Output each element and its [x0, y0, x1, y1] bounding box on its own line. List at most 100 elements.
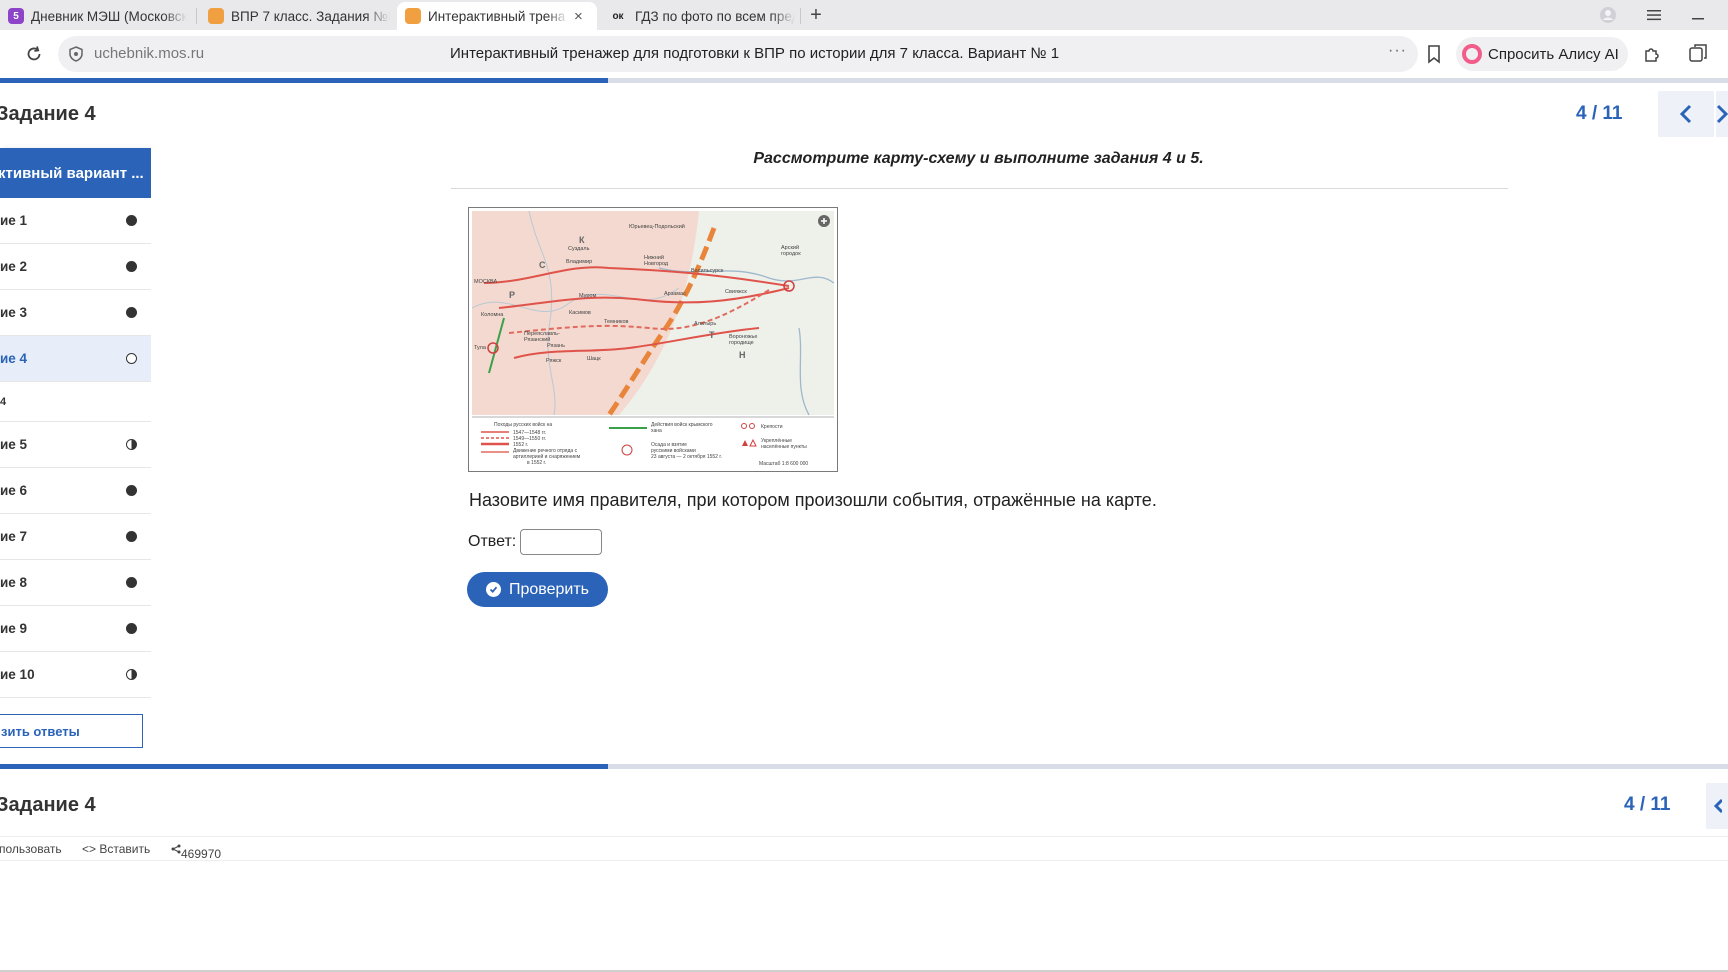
svg-text:Ряжск: Ряжск	[546, 358, 562, 364]
status-filled-icon	[126, 485, 137, 496]
svg-text:Крепости: Крепости	[761, 424, 783, 430]
sidebar-item-task-3[interactable]: ие 3	[0, 290, 151, 336]
ask-alice-label: Спросить Алису AI	[1488, 45, 1619, 63]
sidebar-subitem[interactable]: 4	[0, 382, 151, 422]
sidebar-item-task-7[interactable]: ие 7	[0, 514, 151, 560]
svg-text:хана: хана	[651, 428, 662, 434]
task-title: Задание 4	[0, 794, 96, 816]
omnibox[interactable]: uchebnik.mos.ru Интерактивный тренажер д…	[58, 36, 1440, 72]
sidebar-item-label: ие 7	[0, 529, 28, 544]
sidebar-panel-icon[interactable]	[1686, 42, 1710, 66]
status-filled-icon	[126, 531, 137, 542]
profile-icon[interactable]	[1596, 4, 1620, 26]
sidebar-item-task-1[interactable]: ие 1	[0, 198, 151, 244]
status-filled-icon	[126, 215, 137, 226]
sidebar-item-task-4[interactable]: ие 4	[0, 336, 151, 382]
task-instruction: Рассмотрите карту-схему и выполните зада…	[753, 150, 1204, 167]
ask-alice-button[interactable]: Спросить Алису AI	[1456, 37, 1628, 71]
book-favicon-icon	[208, 8, 224, 24]
more-dots-icon[interactable]: ···	[1388, 42, 1407, 60]
sidebar-item-label: ие 9	[0, 621, 28, 636]
tab-mesh-diary[interactable]: 5 Дневник МЭШ (Московск	[0, 2, 190, 30]
task-content: Рассмотрите карту-схему и выполните зада…	[151, 148, 1728, 764]
sidebar-item-label: ие 10	[0, 667, 35, 682]
share-icon	[171, 844, 181, 854]
tab-title: Интерактивный трена	[428, 8, 566, 24]
status-half-icon	[126, 669, 137, 680]
task-sidebar: ктивный вариант ... ие 1 ие 2 ие 3 ие 4 …	[0, 148, 151, 764]
next-task-button[interactable]	[1716, 91, 1728, 137]
status-filled-icon	[126, 261, 137, 272]
sidebar-item-label: ие 2	[0, 259, 28, 274]
sidebar-item-label: ие 8	[0, 575, 28, 590]
bookmark-icon[interactable]	[1424, 44, 1444, 64]
svg-text:Юрьевец-Подольский: Юрьевец-Подольский	[629, 223, 685, 230]
close-tab-icon[interactable]: ×	[574, 8, 583, 25]
status-filled-icon	[126, 623, 137, 634]
sidebar-item-label: ие 4	[0, 351, 28, 366]
svg-text:С: С	[539, 260, 546, 270]
mesh-favicon-icon: 5	[8, 8, 24, 24]
status-filled-icon	[126, 577, 137, 588]
url-domain[interactable]: uchebnik.mos.ru	[94, 45, 204, 62]
submit-answers-button[interactable]: зить ответы	[0, 714, 143, 748]
svg-text:Владимир: Владимир	[566, 259, 592, 265]
svg-text:Суздаль: Суздаль	[568, 246, 590, 252]
ok-favicon-icon: ок	[612, 10, 624, 22]
page-title: Интерактивный тренажер для подготовки к …	[450, 45, 1060, 62]
svg-text:Новгород: Новгород	[644, 261, 669, 267]
use-link[interactable]: пользовать	[0, 842, 62, 856]
embed-links-bar: пользовать <> Вставить 469970	[0, 836, 1728, 861]
new-tab-button[interactable]: +	[804, 3, 828, 27]
tab-vpr-tasks[interactable]: ВПР 7 класс. Задания №8	[200, 2, 390, 30]
sidebar-item-task-8[interactable]: ие 8	[0, 560, 151, 606]
reload-icon[interactable]	[22, 42, 46, 66]
svg-text:МОСКВА: МОСКВА	[474, 279, 498, 285]
tab-title: Дневник МЭШ (Московск	[31, 8, 188, 24]
sidebar-item-task-9[interactable]: ие 9	[0, 606, 151, 652]
svg-text:Коломна: Коломна	[481, 312, 504, 318]
question-text: Назовите имя правителя, при котором прои…	[469, 490, 1157, 510]
chevron-right-icon	[1716, 104, 1728, 124]
tab-interactive-trainer[interactable]: Интерактивный трена ×	[397, 2, 597, 30]
share-count[interactable]: 469970	[171, 842, 221, 861]
svg-text:Шацк: Шацк	[587, 356, 601, 362]
variant-header[interactable]: ктивный вариант ...	[0, 148, 151, 198]
svg-text:городище: городище	[729, 340, 754, 346]
prev-task-button[interactable]	[1658, 91, 1714, 137]
sidebar-item-task-5[interactable]: ие 5	[0, 422, 151, 468]
check-button[interactable]: Проверить	[467, 572, 608, 607]
answer-input[interactable]	[520, 529, 603, 555]
task-footer: Задание 4 4 / 11	[0, 769, 1728, 836]
prev-task-button[interactable]	[1706, 783, 1728, 829]
task-counter: 4 / 11	[1624, 794, 1671, 815]
status-half-icon	[126, 439, 137, 450]
tab-gdz[interactable]: ок ГДЗ по фото по всем пред	[600, 2, 795, 30]
svg-text:Действия войск крымского: Действия войск крымского	[651, 421, 713, 428]
svg-text:городок: городок	[781, 251, 801, 257]
address-bar: uchebnik.mos.ru Интерактивный тренажер д…	[0, 30, 1728, 78]
menu-icon[interactable]	[1642, 4, 1666, 26]
status-filled-icon	[126, 307, 137, 318]
svg-text:населённые пункты: населённые пункты	[761, 444, 807, 450]
embed-link[interactable]: <> Вставить	[82, 842, 150, 856]
svg-text:Арский: Арский	[781, 244, 799, 251]
svg-text:Касимов: Касимов	[569, 310, 591, 316]
svg-text:Р: Р	[509, 290, 515, 300]
svg-text:Рязань: Рязань	[547, 343, 565, 349]
sidebar-item-label: ие 1	[0, 213, 28, 228]
svg-text:Походы русских войск на: Походы русских войск на	[494, 421, 552, 428]
sidebar-item-task-10[interactable]: ие 10	[0, 652, 151, 698]
minimize-icon[interactable]	[1686, 4, 1710, 26]
sidebar-item-task-6[interactable]: ие 6	[0, 468, 151, 514]
sidebar-item-task-2[interactable]: ие 2	[0, 244, 151, 290]
svg-text:Т: Т	[709, 330, 715, 340]
browser-tab-strip: 5 Дневник МЭШ (Московск ВПР 7 класс. Зад…	[0, 0, 1728, 30]
sidebar-item-label: ие 5	[0, 437, 28, 452]
svg-text:Свияжск: Свияжск	[725, 289, 747, 295]
historical-map-image[interactable]: МОСКВА Владимир Суздаль Нижний Новгород Юрье…	[468, 207, 838, 472]
sidebar-item-label: ие 6	[0, 483, 28, 498]
extensions-icon[interactable]	[1640, 42, 1664, 66]
check-button-label: Проверить	[509, 580, 590, 598]
shield-icon[interactable]	[68, 46, 84, 62]
